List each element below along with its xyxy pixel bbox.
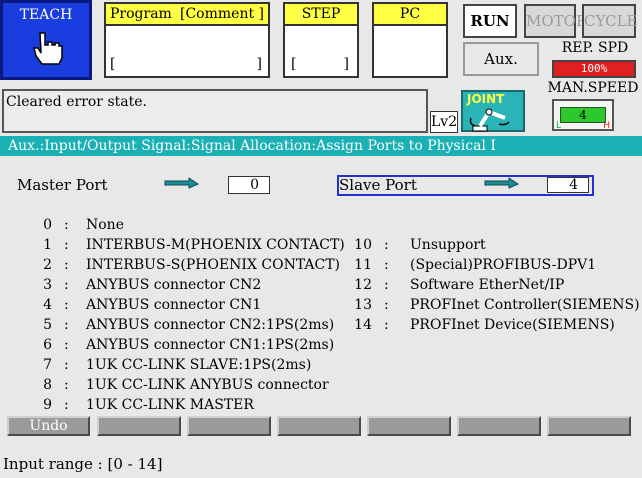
step-header: STEP [285, 4, 357, 26]
motor-button[interactable]: MOTOR [524, 4, 587, 38]
teach-mode-button[interactable]: TEACH [0, 0, 92, 80]
teach-label: TEACH [19, 7, 73, 23]
program-header: Program [Comment ] [106, 4, 268, 26]
option-number: 8 [43, 377, 52, 393]
pc-panel[interactable]: PC [372, 2, 448, 78]
option-separator: : [384, 277, 389, 293]
manual-speed-label: MAN.SPEED [547, 80, 639, 96]
option-text: ANYBUS connector CN2:1PS(2ms) [86, 317, 335, 333]
option-separator: : [64, 377, 69, 393]
step-bracket-open: [ [291, 56, 297, 72]
option-text: ANYBUS connector CN1:1PS(2ms) [86, 337, 335, 353]
rep-speed-value[interactable]: 100% [552, 60, 636, 78]
message-area: Cleared error state. [2, 89, 428, 133]
option-separator: : [64, 297, 69, 313]
function-key-5[interactable] [367, 416, 451, 436]
function-key-7[interactable] [547, 416, 631, 436]
coordinate-mode-button[interactable]: JOINT [461, 90, 525, 132]
option-separator: : [64, 357, 69, 373]
slave-port-label: Slave Port [339, 176, 417, 194]
rep-speed-label: REP. SPD [561, 40, 629, 56]
option-number: 13 [354, 297, 372, 313]
option-number: 3 [43, 277, 52, 293]
option-separator: : [64, 317, 69, 333]
manual-speed-high-label: H [603, 121, 610, 131]
run-button[interactable]: RUN [463, 4, 517, 38]
aux-button[interactable]: Aux. [463, 42, 539, 76]
pc-header: PC [374, 4, 446, 26]
option-number: 0 [43, 217, 52, 233]
breadcrumb-title: Aux.:Input/Output Signal:Signal Allocati… [0, 136, 642, 156]
input-range-text: Input range : [0 - 14] [3, 455, 163, 473]
option-separator: : [384, 257, 389, 273]
function-key-3[interactable] [187, 416, 271, 436]
step-panel[interactable]: STEP [ ] [283, 2, 359, 78]
option-separator: : [384, 317, 389, 333]
option-separator: : [64, 217, 69, 233]
robot-arm-icon [469, 108, 510, 132]
manual-speed-value: 4 [560, 107, 606, 123]
option-separator: : [64, 337, 69, 353]
option-number: 11 [354, 257, 372, 273]
program-label: Program [110, 6, 172, 22]
program-panel[interactable]: Program [Comment ] [ ] [104, 2, 270, 78]
option-text: PROFInet Device(SIEMENS) [410, 317, 615, 333]
option-number: 12 [354, 277, 372, 293]
option-text: INTERBUS-M(PHOENIX CONTACT) [86, 237, 345, 253]
option-text: (Special)PROFIBUS-DPV1 [410, 257, 597, 273]
option-text: PROFInet Controller(SIEMENS) [410, 297, 640, 313]
master-port-label: Master Port [17, 176, 108, 194]
option-text: Unsupport [410, 237, 486, 253]
option-separator: : [64, 257, 69, 273]
option-text: Software EtherNet/IP [410, 277, 565, 293]
option-separator: : [64, 277, 69, 293]
undo-button[interactable]: Undo [7, 416, 90, 436]
hand-pointer-icon [33, 32, 63, 65]
manual-speed-indicator[interactable]: 4 L H [552, 99, 614, 131]
option-number: 2 [43, 257, 52, 273]
step-bracket-close: ] [343, 56, 349, 72]
option-separator: : [64, 397, 69, 413]
option-text: None [86, 217, 124, 233]
option-text: ANYBUS connector CN1 [86, 297, 262, 313]
option-number: 10 [354, 237, 372, 253]
option-text: 1UK CC-LINK ANYBUS connector [86, 377, 329, 393]
option-separator: : [64, 237, 69, 253]
cycle-button[interactable]: CYCLE [582, 4, 638, 38]
option-separator: : [384, 297, 389, 313]
program-bracket-close: ] [256, 56, 262, 72]
function-key-6[interactable] [457, 416, 541, 436]
option-number: 1 [43, 237, 52, 253]
option-separator: : [384, 237, 389, 253]
slave-port-field[interactable]: 4 [547, 177, 589, 193]
function-key-4[interactable] [277, 416, 361, 436]
option-number: 9 [43, 397, 52, 413]
comment-label: [Comment ] [180, 6, 264, 22]
master-port-field[interactable]: 0 [228, 176, 270, 194]
option-number: 7 [43, 357, 52, 373]
arrow-right-icon [484, 177, 520, 189]
function-key-2[interactable] [97, 416, 181, 436]
option-text: 1UK CC-LINK MASTER [86, 397, 254, 413]
option-text: INTERBUS-S(PHOENIX CONTACT) [86, 257, 341, 273]
arrow-right-icon [164, 177, 200, 189]
program-bracket-open: [ [110, 56, 116, 72]
manual-speed-low-label: L [556, 121, 562, 131]
option-text: ANYBUS connector CN2 [86, 277, 262, 293]
option-number: 6 [43, 337, 52, 353]
option-number: 4 [43, 297, 52, 313]
security-level: Lv2 [430, 111, 458, 133]
option-number: 5 [43, 317, 52, 333]
option-number: 14 [354, 317, 372, 333]
option-text: 1UK CC-LINK SLAVE:1PS(2ms) [86, 357, 312, 373]
